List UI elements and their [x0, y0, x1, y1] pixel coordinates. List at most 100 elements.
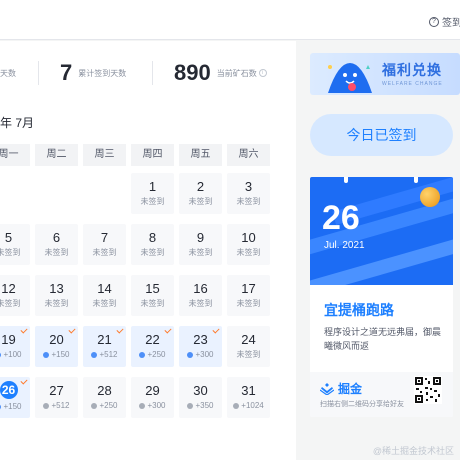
day-status: +100: [0, 350, 30, 360]
calendar-day[interactable]: 6 未签到: [35, 224, 78, 265]
sign-in-rules-link[interactable]: ? 签到: [429, 14, 460, 29]
day-number: 14: [97, 281, 112, 296]
welfare-title: 福利兑换: [382, 62, 442, 78]
day-number: 9: [196, 230, 205, 245]
day-number: 6: [52, 230, 61, 245]
calendar-day[interactable]: 13 未签到: [35, 275, 78, 316]
calendar-card-header: 26 Jul. 2021: [310, 177, 453, 285]
day-status: +150: [35, 350, 78, 360]
calendar-day[interactable]: 23 +300: [179, 326, 222, 367]
weekday-label: 周五: [179, 144, 222, 166]
day-status-text: 未签到: [236, 299, 261, 308]
calendar-day[interactable]: 7 未签到: [83, 224, 126, 265]
ore-gem-icon: [43, 351, 50, 358]
daily-calendar-card: 26 Jul. 2021 宜提桶跑路 程序设计之道无远弗届，御晨曦微风而返 掘金…: [310, 177, 453, 417]
day-status-text: +512: [99, 350, 118, 359]
day-status-text: 未签到: [44, 248, 69, 257]
month-title: 年 7月: [0, 116, 35, 130]
info-icon[interactable]: i: [258, 69, 267, 78]
calendar-day[interactable]: 27 +512: [35, 377, 78, 418]
calendar-day[interactable]: 30 +350: [179, 377, 222, 418]
calendar-day[interactable]: 24 未签到: [227, 326, 270, 367]
top-bar: ? 签到: [0, 0, 460, 40]
stat-ore-value: 890: [174, 60, 211, 85]
calendar-day[interactable]: 19 +100: [0, 326, 30, 367]
ore-gem-icon: [0, 351, 2, 358]
qr-code-icon: [414, 376, 442, 404]
calendar-day[interactable]: 9 未签到: [179, 224, 222, 265]
day-status: 未签到: [179, 197, 222, 207]
calendar-day[interactable]: 16 未签到: [179, 275, 222, 316]
day-status-text: 未签到: [140, 248, 165, 257]
calendar-day[interactable]: 22 +250: [131, 326, 174, 367]
calendar-day[interactable]: 20 +150: [35, 326, 78, 367]
weekday-label: 周三: [83, 144, 126, 166]
day-number: 29: [145, 383, 160, 398]
stat-total-days-value: 7: [60, 60, 73, 85]
day-status: 未签到: [227, 248, 270, 258]
day-status: 未签到: [131, 248, 174, 258]
day-status-text: +100: [3, 350, 22, 359]
day-number: 19: [1, 332, 16, 347]
day-number: 10: [241, 230, 256, 245]
stat-total-days: 7 累计签到天数: [60, 53, 126, 93]
day-status: 未签到: [83, 248, 126, 258]
calendar-day[interactable]: 17 未签到: [227, 275, 270, 316]
day-number: 2: [196, 179, 205, 194]
day-status: 未签到: [131, 299, 174, 309]
watermark: @稀土掘金技术社区: [372, 446, 454, 456]
calendar-day-today[interactable]: 26 +150: [0, 377, 30, 418]
ore-gem-icon: [139, 402, 146, 409]
day-status: +300: [131, 401, 174, 411]
day-status: 未签到: [179, 299, 222, 309]
day-status: 未签到: [35, 248, 78, 258]
signed-in-today-button[interactable]: 今日已签到: [310, 114, 453, 156]
day-number: 27: [49, 383, 64, 398]
calendar-day[interactable]: 8 未签到: [131, 224, 174, 265]
day-status: 未签到: [227, 350, 270, 360]
day-status: 未签到: [0, 248, 30, 258]
calendar-day[interactable]: 29 +300: [131, 377, 174, 418]
calendar-day[interactable]: 5 未签到: [0, 224, 30, 265]
day-status-text: +250: [99, 401, 118, 410]
ore-gem-icon: [139, 351, 146, 358]
day-status: 未签到: [227, 197, 270, 207]
calendar-day[interactable]: 2 未签到: [179, 173, 222, 214]
day-status: 未签到: [0, 299, 30, 309]
day-status: +1024: [227, 401, 270, 411]
day-status-text: 未签到: [92, 248, 117, 257]
calendar-day[interactable]: 21 +512: [83, 326, 126, 367]
day-number: 17: [241, 281, 256, 296]
calendar-day[interactable]: 14 未签到: [83, 275, 126, 316]
day-status: +300: [179, 350, 222, 360]
day-number: 23: [193, 332, 208, 347]
weekday-label: 周二: [35, 144, 78, 166]
day-status-text: 未签到: [188, 248, 213, 257]
day-number: 5: [4, 230, 13, 245]
welfare-exchange-banner[interactable]: 福利兑换 WELFARE CHANGE: [310, 53, 460, 95]
day-status-text: +350: [195, 401, 214, 410]
weekday-header: 周一 周二 周三 周四 周五 周六: [0, 144, 296, 166]
day-status: +512: [83, 350, 126, 360]
day-status: 未签到: [83, 299, 126, 309]
ore-gem-icon: [43, 402, 50, 409]
card-description: 程序设计之道无远弗届，御晨曦微风而返: [324, 327, 442, 351]
calendar-day[interactable]: 31 +1024: [227, 377, 270, 418]
day-status-text: 未签到: [0, 299, 21, 308]
day-status-text: 未签到: [0, 248, 21, 257]
calendar-day[interactable]: 1 未签到: [131, 173, 174, 214]
mascot-icon: [328, 63, 372, 93]
help-circle-icon: ?: [429, 16, 439, 27]
calendar-day[interactable]: 28 +250: [83, 377, 126, 418]
stats-bar: 天数 7 累计签到天数 890 当前矿石数 i: [0, 53, 296, 93]
day-number: 15: [145, 281, 160, 296]
ore-gem-icon: [187, 351, 194, 358]
calendar-day[interactable]: 12 未签到: [0, 275, 30, 316]
signed-check-icon: [20, 377, 28, 385]
calendar-day[interactable]: 3 未签到: [227, 173, 270, 214]
share-hint: 扫描右侧二维码分享给好友: [320, 401, 404, 408]
day-status-text: +512: [51, 401, 70, 410]
day-number: 12: [1, 281, 16, 296]
calendar-day[interactable]: 10 未签到: [227, 224, 270, 265]
calendar-day[interactable]: 15 未签到: [131, 275, 174, 316]
